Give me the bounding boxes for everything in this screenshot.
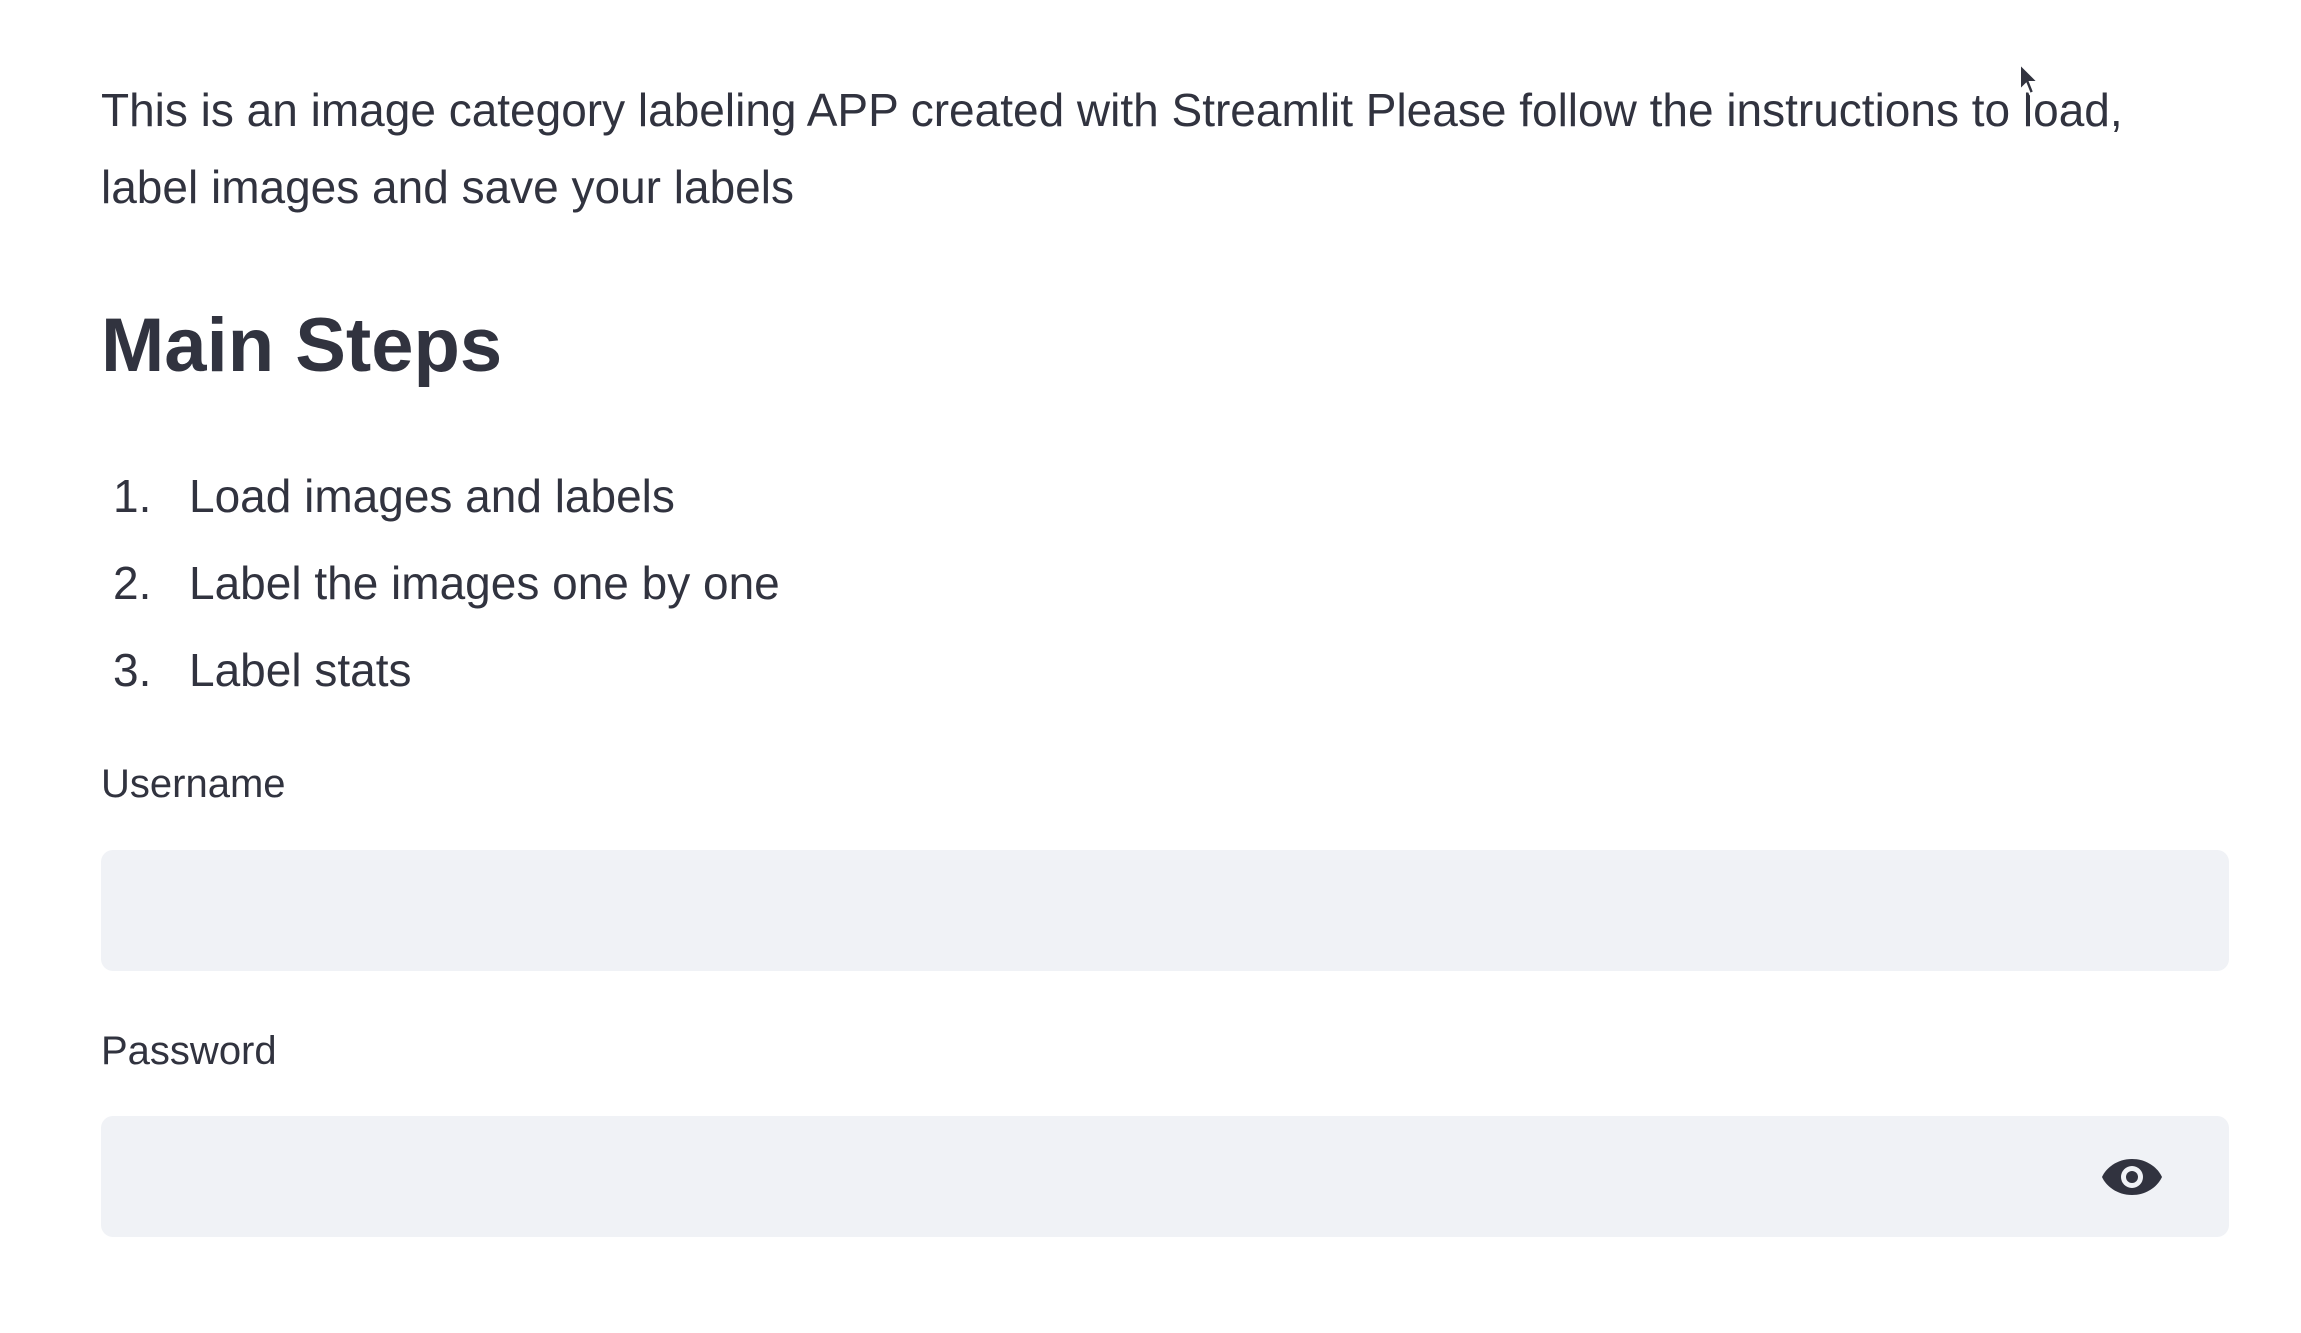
list-item: 3. Label stats <box>101 626 780 713</box>
username-input[interactable] <box>101 850 2229 971</box>
password-label: Password <box>101 1029 277 1073</box>
page-heading: Main Steps <box>101 303 503 388</box>
show-password-button[interactable] <box>2101 1146 2163 1208</box>
username-field-container <box>101 850 2229 971</box>
step-number: 2. <box>113 556 152 609</box>
mouse-cursor-icon <box>2019 62 2041 96</box>
step-label: Label stats <box>189 643 412 696</box>
steps-list: 1. Load images and labels 2. Label the i… <box>101 452 780 713</box>
intro-text: This is an image category labeling APP c… <box>101 84 2123 213</box>
password-input[interactable] <box>101 1116 2081 1237</box>
list-item: 1. Load images and labels <box>101 452 780 539</box>
password-field-container <box>101 1116 2229 1237</box>
step-number: 3. <box>113 643 152 696</box>
username-label: Username <box>101 762 286 806</box>
step-label: Load images and labels <box>189 469 675 522</box>
eye-icon <box>2102 1159 2162 1195</box>
step-label: Label the images one by one <box>189 556 780 609</box>
step-number: 1. <box>113 469 152 522</box>
list-item: 2. Label the images one by one <box>101 539 780 626</box>
